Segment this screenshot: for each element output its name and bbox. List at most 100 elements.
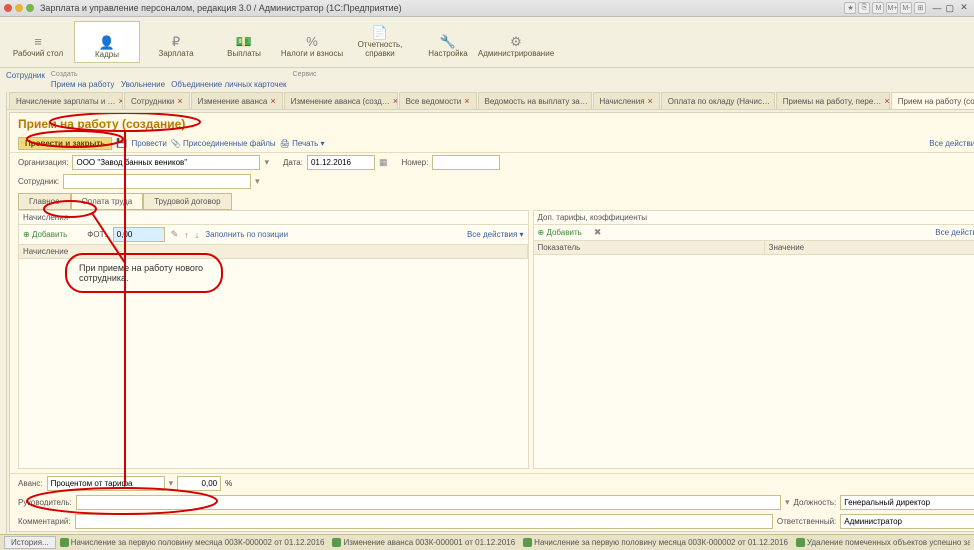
nav-администрирование[interactable]: ⚙Администрирование xyxy=(484,21,548,61)
window-max-icon[interactable]: ▢ xyxy=(945,3,954,14)
close-dot[interactable] xyxy=(4,4,12,12)
dropdown-icon[interactable]: ▾ xyxy=(785,497,790,508)
col-header: Значение xyxy=(765,241,974,254)
fot-label: ФОТ: xyxy=(87,230,106,239)
fot-input[interactable] xyxy=(113,227,165,242)
submenu-link[interactable]: Сотрудник xyxy=(6,71,45,80)
doc-tab[interactable]: Сотрудники× xyxy=(124,92,190,109)
attachments-link[interactable]: 📎 Присоединенные файлы xyxy=(171,139,276,148)
status-item[interactable]: Начисление за первую половину месяца 003… xyxy=(60,538,325,547)
org-input[interactable] xyxy=(72,155,260,170)
doc-tab[interactable]: Ведомость на выплату за…× xyxy=(478,92,592,109)
max-dot[interactable] xyxy=(26,4,34,12)
date-label: Дата: xyxy=(283,158,303,167)
col-header: Начисление xyxy=(19,245,528,258)
close-icon[interactable]: × xyxy=(177,96,182,106)
doc-tab[interactable]: Изменение аванса (созд…× xyxy=(284,92,398,109)
calendar-icon[interactable]: ▦ xyxy=(379,157,388,168)
save-icon[interactable]: 💾 xyxy=(116,138,127,149)
doc-tab[interactable]: Прием на работу (создан…× xyxy=(891,92,974,109)
app-title: Зарплата и управление персоналом, редакц… xyxy=(40,3,402,13)
close-icon[interactable]: × xyxy=(270,96,275,106)
up-icon[interactable]: ↑ xyxy=(184,230,189,240)
responsible-label: Ответственный: xyxy=(777,517,836,526)
delete-icon[interactable]: ✖ xyxy=(594,227,602,238)
fill-by-position-button[interactable]: Заполнить по позиции xyxy=(205,230,288,239)
subtab-1[interactable]: Оплата труда xyxy=(71,193,144,210)
number-input[interactable] xyxy=(432,155,500,170)
avans-value-input[interactable] xyxy=(177,476,221,491)
doc-tab[interactable]: Начисления× xyxy=(593,92,660,109)
avans-label: Аванс: xyxy=(18,479,43,488)
print-link[interactable]: 🖨 Печать ▾ xyxy=(280,139,325,148)
dropdown-icon[interactable]: ▾ xyxy=(264,157,269,168)
employee-input[interactable] xyxy=(63,174,251,189)
nav-кадры[interactable]: 👤Кадры xyxy=(74,21,140,63)
responsible-input[interactable] xyxy=(840,514,974,529)
close-icon[interactable]: × xyxy=(648,96,653,106)
position-label: Должность: xyxy=(794,498,837,507)
mini-btn[interactable]: M xyxy=(872,2,884,14)
statusbar: История... Начисление за первую половину… xyxy=(0,534,974,550)
dropdown-icon[interactable]: ▾ xyxy=(255,176,260,187)
post-and-close-button[interactable]: Провести и закрыть xyxy=(18,137,112,150)
grid-body[interactable] xyxy=(534,255,974,468)
mini-btn[interactable]: ⊞ xyxy=(914,2,926,14)
submenu-link[interactable]: Прием на работу xyxy=(51,80,114,89)
close-icon[interactable]: × xyxy=(773,96,775,106)
subtab-0[interactable]: Главное xyxy=(18,193,71,210)
window-min-icon[interactable]: — xyxy=(932,3,941,13)
add-button[interactable]: ⊕ Добавить xyxy=(23,230,67,239)
doc-tab[interactable]: Оплата по окладу (Начис…× xyxy=(661,92,775,109)
subtab-2[interactable]: Трудовой договор xyxy=(143,193,231,210)
down-icon[interactable]: ↓ xyxy=(195,230,200,240)
comment-input[interactable] xyxy=(75,514,773,529)
window-close-icon[interactable]: ✕ xyxy=(958,2,970,14)
submenu: Сотрудник Создать Прием на работу Увольн… xyxy=(0,68,974,92)
dropdown-icon[interactable]: ▾ xyxy=(169,478,174,489)
min-dot[interactable] xyxy=(15,4,23,12)
edit-icon[interactable]: ✎ xyxy=(171,229,179,240)
manager-input[interactable] xyxy=(76,495,781,510)
submenu-link[interactable]: Объединение личных карточек xyxy=(171,80,286,89)
all-actions-button[interactable]: Все действия ▾ xyxy=(467,230,524,239)
mini-btn[interactable]: ★ xyxy=(844,2,856,14)
col-header: Показатель xyxy=(534,241,765,254)
mini-btn[interactable]: M- xyxy=(900,2,912,14)
avans-type-select[interactable] xyxy=(47,476,165,491)
doc-tab[interactable]: Начисление зарплаты и …× xyxy=(9,92,123,109)
status-item[interactable]: Начисление за первую половину месяца 003… xyxy=(523,538,788,547)
nav-выплаты[interactable]: 💵Выплаты xyxy=(212,21,276,61)
submenu-link[interactable]: Увольнение xyxy=(121,80,165,89)
close-icon[interactable]: × xyxy=(464,96,469,106)
sidebar: Работа с кадрамиКадровые отчетыСотрудник… xyxy=(0,92,7,534)
date-input[interactable] xyxy=(307,155,375,170)
nav-отчетность--справки[interactable]: 📄Отчетность, справки xyxy=(348,21,412,61)
close-icon[interactable]: × xyxy=(119,96,123,106)
history-button[interactable]: История... xyxy=(4,536,56,549)
position-input[interactable] xyxy=(840,495,974,510)
nav-налоги-и-взносы[interactable]: %Налоги и взносы xyxy=(280,21,344,61)
form: Прием на работу (создание) Провести и за… xyxy=(9,112,974,532)
status-item[interactable]: Удаление помеченных объектов успешно зав… xyxy=(796,538,970,547)
nav-рабочий-стол[interactable]: ≡Рабочий стол xyxy=(6,21,70,61)
close-icon[interactable]: × xyxy=(591,96,592,106)
titlebar: Зарплата и управление персоналом, редакц… xyxy=(0,0,974,17)
number-label: Номер: xyxy=(401,158,428,167)
form-toolbar: Провести и закрыть 💾 Провести 📎 Присоеди… xyxy=(10,135,974,153)
close-icon[interactable]: × xyxy=(393,96,398,106)
doc-tab[interactable]: Приемы на работу, пере…× xyxy=(776,92,890,109)
post-button[interactable]: Провести xyxy=(131,139,166,148)
mini-btn[interactable]: ⎘ xyxy=(858,2,870,14)
add-button[interactable]: ⊕ Добавить xyxy=(538,228,582,237)
all-actions-button[interactable]: Все действия ▾ xyxy=(929,139,974,149)
mini-btn[interactable]: M+ xyxy=(886,2,898,14)
nav-настройка[interactable]: 🔧Настройка xyxy=(416,21,480,61)
status-item[interactable]: Изменение аванса 003К-000001 от 01.12.20… xyxy=(332,538,515,547)
doc-tab[interactable]: Изменение аванса× xyxy=(191,92,283,109)
grid-body[interactable] xyxy=(19,259,528,468)
doc-tab[interactable]: Все ведомости× xyxy=(399,92,477,109)
close-icon[interactable]: × xyxy=(884,96,889,106)
all-actions-button[interactable]: Все действия ▾ xyxy=(935,228,974,237)
nav-зарплата[interactable]: ₽Зарплата xyxy=(144,21,208,61)
